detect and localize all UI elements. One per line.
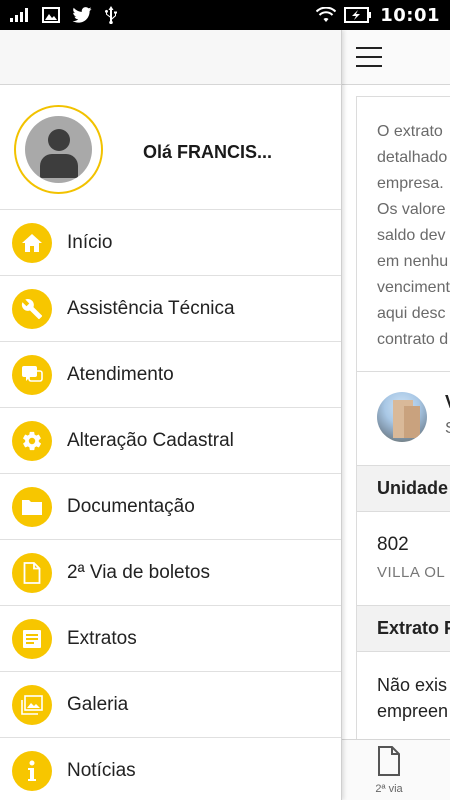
menu-item-label: 2ª Via de boletos xyxy=(67,561,210,583)
unit-number: 802 xyxy=(377,534,409,555)
avatar-ring[interactable] xyxy=(14,105,103,194)
intro-line: detalhado xyxy=(377,149,448,166)
menu-item-atendimento[interactable]: Atendimento xyxy=(0,342,341,408)
usb-icon xyxy=(105,6,117,24)
menu-item-label: Extratos xyxy=(67,627,137,649)
project-title: V xyxy=(445,392,450,413)
menu-item-galeria[interactable]: Galeria xyxy=(0,672,341,738)
hamburger-menu-icon[interactable] xyxy=(356,47,382,67)
menu-item-noticias[interactable]: Notícias xyxy=(0,738,341,800)
gear-icon xyxy=(12,421,52,461)
background-toolbar xyxy=(342,30,450,85)
list-document-icon xyxy=(12,619,52,659)
status-time: 10:01 xyxy=(380,4,440,26)
menu-item-label: Assistência Técnica xyxy=(67,297,235,319)
menu-item-inicio[interactable]: Início xyxy=(0,210,341,276)
twitter-icon xyxy=(72,7,92,23)
image-icon xyxy=(42,7,60,23)
info-icon xyxy=(12,751,52,791)
menu-item-documentacao[interactable]: Documentação xyxy=(0,474,341,540)
drawer-header: Olá FRANCIS... xyxy=(0,85,341,210)
menu-item-2a-via-boletos[interactable]: 2ª Via de boletos xyxy=(0,540,341,606)
menu-item-assistencia-tecnica[interactable]: Assistência Técnica xyxy=(0,276,341,342)
navigation-drawer: Olá FRANCIS... Início Assistência Técnic… xyxy=(0,30,342,800)
empty-line: empreen xyxy=(377,701,449,721)
document-icon xyxy=(12,553,52,593)
intro-line: contrato d xyxy=(377,331,449,348)
signal-icon xyxy=(10,8,28,22)
status-bar: 10:01 xyxy=(0,0,450,30)
intro-line: O extrato xyxy=(377,123,443,140)
intro-text: O extrato detalhado empresa. Os valore s… xyxy=(357,97,450,372)
wrench-icon xyxy=(12,289,52,329)
section-statement-header: Extrato F xyxy=(357,606,450,652)
folder-icon xyxy=(12,487,52,527)
statement-card: O extrato detalhado empresa. Os valore s… xyxy=(356,96,450,749)
menu-item-alteracao-cadastral[interactable]: Alteração Cadastral xyxy=(0,408,341,474)
wifi-icon xyxy=(316,7,337,22)
project-subtitle: S xyxy=(445,420,450,438)
menu-item-label: Atendimento xyxy=(67,363,174,385)
empty-line: Não exis xyxy=(377,675,448,695)
menu-item-label: Início xyxy=(67,231,113,253)
project-thumbnail xyxy=(377,392,427,442)
drawer-menu: Início Assistência Técnica Atendimento A… xyxy=(0,210,341,800)
battery-charging-icon xyxy=(344,7,372,23)
menu-item-extratos[interactable]: Extratos xyxy=(0,606,341,672)
tab-label: 2ª via xyxy=(375,783,403,795)
menu-item-label: Galeria xyxy=(67,693,129,715)
menu-item-label: Notícias xyxy=(67,759,136,781)
gallery-icon xyxy=(12,685,52,725)
section-unit-header: Unidade xyxy=(357,466,450,512)
intro-line: saldo dev xyxy=(377,227,446,244)
menu-item-label: Alteração Cadastral xyxy=(67,429,234,451)
background-page: O extrato detalhado empresa. Os valore s… xyxy=(342,30,450,800)
intro-line: venciment xyxy=(377,279,450,296)
menu-item-label: Documentação xyxy=(67,495,195,517)
home-icon xyxy=(12,223,52,263)
document-icon xyxy=(378,746,400,776)
empty-message: Não exis empreen xyxy=(357,652,450,748)
intro-line: Os valore xyxy=(377,201,446,218)
bottom-nav: 2ª via xyxy=(342,739,450,800)
unit-name: VILLA OL xyxy=(377,564,446,581)
intro-line: aqui desc xyxy=(377,305,446,322)
tab-2a-via[interactable]: 2ª via xyxy=(364,746,414,795)
chat-icon xyxy=(12,355,52,395)
screen: 10:01 O extrato detalhado empresa. Os va… xyxy=(0,0,450,800)
drawer-top-bar xyxy=(0,30,341,85)
intro-line: em nenhu xyxy=(377,253,449,270)
intro-line: empresa. xyxy=(377,175,444,192)
avatar xyxy=(25,116,92,183)
user-greeting: Olá FRANCIS... xyxy=(143,142,273,162)
unit-row[interactable]: 802 VILLA OL xyxy=(357,512,450,606)
project-row[interactable]: V S xyxy=(357,372,450,466)
